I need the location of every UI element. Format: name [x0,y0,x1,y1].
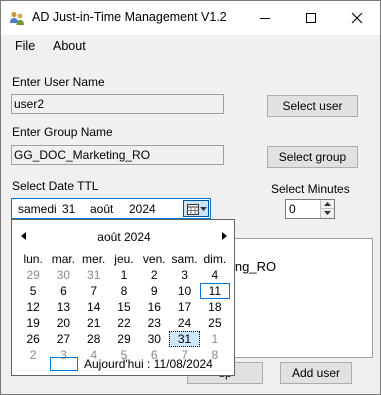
calendar-day[interactable]: 14 [79,299,109,315]
weekday-header: sam. [171,252,198,266]
calendar-day[interactable]: 7 [79,283,109,299]
calendar-day[interactable]: 18 [200,299,230,315]
group-name-label: Enter Group Name [12,125,113,139]
add-user-button[interactable]: Add user [280,362,352,384]
select-group-button[interactable]: Select group [267,146,358,168]
group-name-field[interactable]: GG_DOC_Marketing_RO [11,145,224,165]
calendar-grid: lun. mar. mer. jeu. ven. sam. dim. 29 30… [18,251,230,363]
menu-file[interactable]: File [15,39,35,53]
date-weekday: samedi [18,202,57,216]
calendar-day[interactable]: 24 [169,315,199,331]
calendar-day[interactable]: 20 [48,315,78,331]
calendar-day[interactable]: 3 [169,267,199,283]
calendar-day[interactable]: 12 [18,299,48,315]
minimize-icon [260,18,270,19]
calendar-day[interactable]: 13 [48,299,78,315]
calendar-day[interactable]: 1 [200,331,230,347]
user-name-label: Enter User Name [12,75,105,89]
date-year[interactable]: 2024 [129,202,156,216]
arrow-down-icon [324,211,331,215]
calendar-day[interactable]: 28 [79,331,109,347]
today-marker[interactable] [50,357,78,371]
selected-group-panel: ing_RO [231,238,373,358]
menu-bar: File About [1,35,380,57]
minutes-down-button[interactable] [321,209,334,218]
date-month[interactable]: août [90,202,113,216]
calendar-day[interactable]: 29 [18,267,48,283]
calendar-week-row: 19 20 21 22 23 24 25 [18,315,230,331]
calendar-dropdown-button[interactable] [183,200,209,217]
weekday-header: dim. [203,252,227,266]
minutes-stepper[interactable]: 0 [285,199,335,219]
weekday-header: lun. [23,252,43,266]
menu-about[interactable]: About [53,39,86,53]
minutes-label: Select Minutes [271,182,350,196]
title-bar[interactable]: AD Just-in-Time Management V1.2 [1,1,380,35]
calendar-day[interactable]: 2 [139,267,169,283]
date-ttl-label: Select Date TTL [12,179,99,193]
calendar-day[interactable]: 30 [139,331,169,347]
next-month-icon[interactable] [218,230,230,242]
calendar-day[interactable]: 6 [48,283,78,299]
calendar-day[interactable]: 31 [169,331,200,347]
calendar-day[interactable]: 9 [139,283,169,299]
calendar-day[interactable]: 23 [139,315,169,331]
calendar-day[interactable]: 4 [200,267,230,283]
calendar-day[interactable]: 22 [109,315,139,331]
user-name-field[interactable]: user2 [11,94,224,114]
app-users-icon [10,11,24,25]
calendar-week-row: 5 6 7 8 9 10 11 [18,283,230,299]
select-user-button[interactable]: Select user [267,95,358,117]
calendar-day[interactable]: 2 [18,347,48,363]
calendar-day[interactable]: 10 [169,283,199,299]
calendar-day[interactable]: 21 [79,315,109,331]
close-button[interactable] [334,1,380,35]
calendar-icon [187,204,199,215]
date-day[interactable]: 31 [62,202,75,216]
calendar-weekday-row: lun. mar. mer. jeu. ven. sam. dim. [18,251,230,267]
minutes-value[interactable]: 0 [289,202,296,216]
calendar-day[interactable]: 26 [18,331,48,347]
calendar-day[interactable]: 8 [109,283,139,299]
weekday-header: mar. [51,252,76,266]
weekday-header: jeu. [114,252,134,266]
maximize-button[interactable] [288,1,334,35]
calendar-day[interactable]: 11 [199,283,230,299]
close-icon [351,12,363,24]
window-title: AD Just-in-Time Management V1.2 [32,10,227,24]
calendar-day[interactable]: 19 [18,315,48,331]
calendar-day[interactable]: 16 [139,299,169,315]
weekday-header: ven. [142,252,166,266]
calendar-day[interactable]: 1 [109,267,139,283]
calendar-day[interactable]: 15 [109,299,139,315]
calendar-day[interactable]: 31 [79,267,109,283]
minutes-spin-buttons [320,200,334,218]
calendar-day[interactable]: 25 [200,315,230,331]
calendar-day[interactable]: 5 [18,283,48,299]
calendar-week-row: 29 30 31 1 2 3 4 [18,267,230,283]
calendar-month-title[interactable]: août 2024 [12,230,236,244]
chevron-down-icon [200,207,207,211]
calendar-day[interactable]: 17 [169,299,199,315]
weekday-header: mer. [82,252,106,266]
today-link[interactable]: Aujourd'hui : 11/08/2024 [84,357,213,371]
calendar-day[interactable]: 30 [48,267,78,283]
arrow-up-icon [324,202,331,206]
maximize-icon [306,13,316,23]
date-ttl-picker[interactable]: samedi 31 août 2024 [11,198,211,219]
minutes-up-button[interactable] [321,200,334,209]
app-window: AD Just-in-Time Management V1.2 File Abo… [0,0,381,395]
selected-group-text: ing_RO [232,259,277,274]
calendar-day[interactable]: 29 [109,331,139,347]
minimize-button[interactable] [242,1,288,35]
calendar-popup: août 2024 lun. mar. mer. jeu. ven. sam. … [11,219,235,376]
calendar-week-row: 26 27 28 29 30 31 1 [18,331,230,347]
calendar-day[interactable]: 27 [48,331,78,347]
calendar-week-row: 12 13 14 15 16 17 18 [18,299,230,315]
